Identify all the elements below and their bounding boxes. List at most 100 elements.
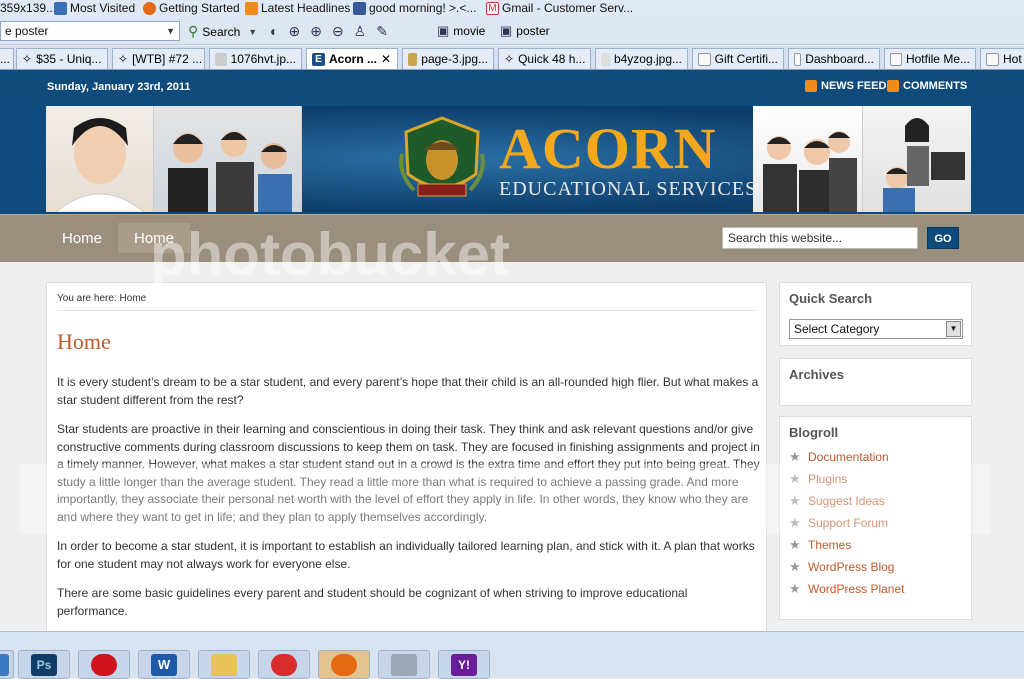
zoom-plus-icon[interactable]: ⊕ <box>310 23 322 40</box>
tab[interactable]: ✧ Quick 48 h... <box>498 48 591 69</box>
tab[interactable]: Hotfile Me... <box>884 48 976 69</box>
logo-title: ACORN <box>499 116 717 181</box>
blogroll-link[interactable]: Suggest Ideas <box>808 494 885 508</box>
tab[interactable]: Gift Certifi... <box>692 48 784 69</box>
search-button[interactable]: ⚲ Search ▼ <box>188 23 257 40</box>
user-icon[interactable]: ♙ <box>354 23 367 40</box>
blogroll-widget: Blogroll ★ Documentation ★ Plugins ★ Sugges… <box>779 416 972 620</box>
bookmark-latest-headlines[interactable]: Latest Headlines <box>245 1 350 15</box>
bookmark-most-visited[interactable]: Most Visited <box>54 1 135 15</box>
zoom-in-icon[interactable]: ⊕ <box>288 23 300 40</box>
page-title: Home <box>57 329 111 354</box>
blogroll-item[interactable]: ★ Support Forum <box>789 512 971 534</box>
paragraph: There are some basic guidelines every pa… <box>57 586 688 618</box>
taskbar-yahoo[interactable]: Y! <box>438 650 490 679</box>
tab-label: 1076hvt.jp... <box>230 52 296 66</box>
bookmark-getting-started[interactable]: Getting Started <box>143 1 240 15</box>
tab[interactable]: page-3.jpg... <box>402 48 494 69</box>
pencil-icon[interactable]: ✎ <box>376 23 388 40</box>
tab[interactable]: Dashboard... <box>788 48 880 69</box>
taskbar-word[interactable]: W <box>138 650 190 679</box>
tab-active[interactable]: E Acorn ... ✕ <box>306 48 398 69</box>
browser-toolbar: e poster ▼ ⚲ Search ▼ ◐ ⊕ ⊕ ⊖ ♙ ✎ ▣ movie ▣ p… <box>0 18 1024 45</box>
blogroll-link[interactable]: Documentation <box>808 450 889 464</box>
students-photo-desk <box>753 106 863 212</box>
opera-icon <box>91 653 117 676</box>
blogroll-link[interactable]: Themes <box>808 538 851 552</box>
news-feed-link[interactable]: NEWS FEED <box>805 80 886 92</box>
tab[interactable]: ... <box>0 48 14 69</box>
taskbar-photoshop[interactable]: Ps <box>18 650 70 679</box>
bookmark-item[interactable]: 359x139... <box>0 1 56 15</box>
chevron-down-icon[interactable]: ▼ <box>166 26 175 36</box>
poster-label: poster <box>516 24 550 38</box>
zoom-out-icon[interactable]: ⊖ <box>332 23 344 40</box>
page-icon <box>890 52 902 66</box>
facebook-icon <box>353 1 366 15</box>
nav-item-home[interactable]: Home <box>46 223 118 253</box>
taskbar-firefox[interactable] <box>318 650 370 679</box>
tab-label: Hotfile Me... <box>905 52 970 66</box>
tab[interactable]: Hot <box>980 48 1024 69</box>
blogroll-link[interactable]: Plugins <box>808 472 847 486</box>
blogroll-link[interactable]: Support Forum <box>808 516 888 530</box>
taskbar-opera[interactable] <box>78 650 130 679</box>
image-icon <box>601 52 610 66</box>
chevron-down-icon[interactable]: ▼ <box>946 321 961 337</box>
movie-search-button[interactable]: ▣ movie <box>437 23 485 39</box>
comments-link[interactable]: COMMENTS <box>887 80 967 92</box>
blogroll-item[interactable]: ★ Suggest Ideas <box>789 490 971 512</box>
breadcrumb-prefix: You are here: <box>57 293 117 304</box>
star-page-icon <box>54 1 67 15</box>
poster-search-button[interactable]: ▣ poster <box>500 23 550 39</box>
bookmark-gmail[interactable]: M Gmail - Customer Serv... <box>486 1 633 15</box>
widget-title: Quick Search <box>789 291 873 306</box>
start-button[interactable] <box>0 650 14 679</box>
rss-icon <box>887 80 899 92</box>
widget-title: Archives <box>789 367 844 382</box>
firefox-icon <box>143 1 156 15</box>
blogroll-item[interactable]: ★ WordPress Blog <box>789 556 971 578</box>
yahoo-icon: Y! <box>451 653 477 676</box>
blogroll-item[interactable]: ★ Themes <box>789 534 971 556</box>
web-page: Sunday, January 23rd, 2011 NEWS FEED COM… <box>0 70 1024 642</box>
tab-label: b4yzog.jpg... <box>613 52 682 66</box>
search-doc-icon: ▣ <box>500 23 513 38</box>
bookmark-label: Getting Started <box>159 1 240 15</box>
site-search-input[interactable]: Search this website... <box>722 227 918 249</box>
logo-subtitle: EDUCATIONAL SERVICES <box>499 178 758 200</box>
article-body: It is every student’s dream to be a star… <box>57 374 761 632</box>
archives-widget: Archives <box>779 358 972 406</box>
explorer-folder-icon <box>211 653 237 676</box>
close-icon[interactable]: ✕ <box>381 52 391 66</box>
tab-label: $35 - Uniq... <box>36 52 102 66</box>
tab[interactable]: ✧ [WTB] #72 ... <box>112 48 205 69</box>
bookmark-label: 359x139... <box>0 1 57 15</box>
blogroll-item[interactable]: ★ Plugins <box>789 468 971 490</box>
taskbar-explorer[interactable] <box>198 650 250 679</box>
nav-item-home-active[interactable]: Home <box>118 223 191 253</box>
taskbar-messenger[interactable] <box>258 650 310 679</box>
widget-title: Blogroll <box>789 425 839 440</box>
tab-label: Quick 48 h... <box>518 52 586 66</box>
gmail-icon: M <box>486 1 499 15</box>
go-button[interactable]: GO <box>927 227 959 249</box>
bookmark-facebook[interactable]: good morning! >.<... <box>353 1 476 15</box>
tab[interactable]: 1076hvt.jp... <box>209 48 302 69</box>
blogroll-link[interactable]: WordPress Planet <box>808 582 905 596</box>
date-text: Sunday, January 23rd, 2011 <box>47 81 191 93</box>
search-field[interactable]: e poster ▼ <box>0 21 180 41</box>
blogroll-link[interactable]: WordPress Blog <box>808 560 894 574</box>
image-icon <box>215 52 227 66</box>
tab[interactable]: ✧ $35 - Uniq... <box>16 48 108 69</box>
category-select[interactable]: Select Category ▼ <box>789 319 963 339</box>
breadcrumb-link[interactable]: Home <box>119 293 146 304</box>
blogroll-item[interactable]: ★ Documentation <box>789 446 971 468</box>
blogroll-item[interactable]: ★ WordPress Planet <box>789 578 971 600</box>
highlight-icon[interactable]: ◐ <box>270 23 278 40</box>
chevron-down-icon[interactable]: ▼ <box>248 27 257 37</box>
tab-label: Dashboard... <box>805 52 874 66</box>
tab[interactable]: b4yzog.jpg... <box>595 48 688 69</box>
search-doc-icon: ▣ <box>437 23 450 38</box>
taskbar-calculator[interactable] <box>378 650 430 679</box>
